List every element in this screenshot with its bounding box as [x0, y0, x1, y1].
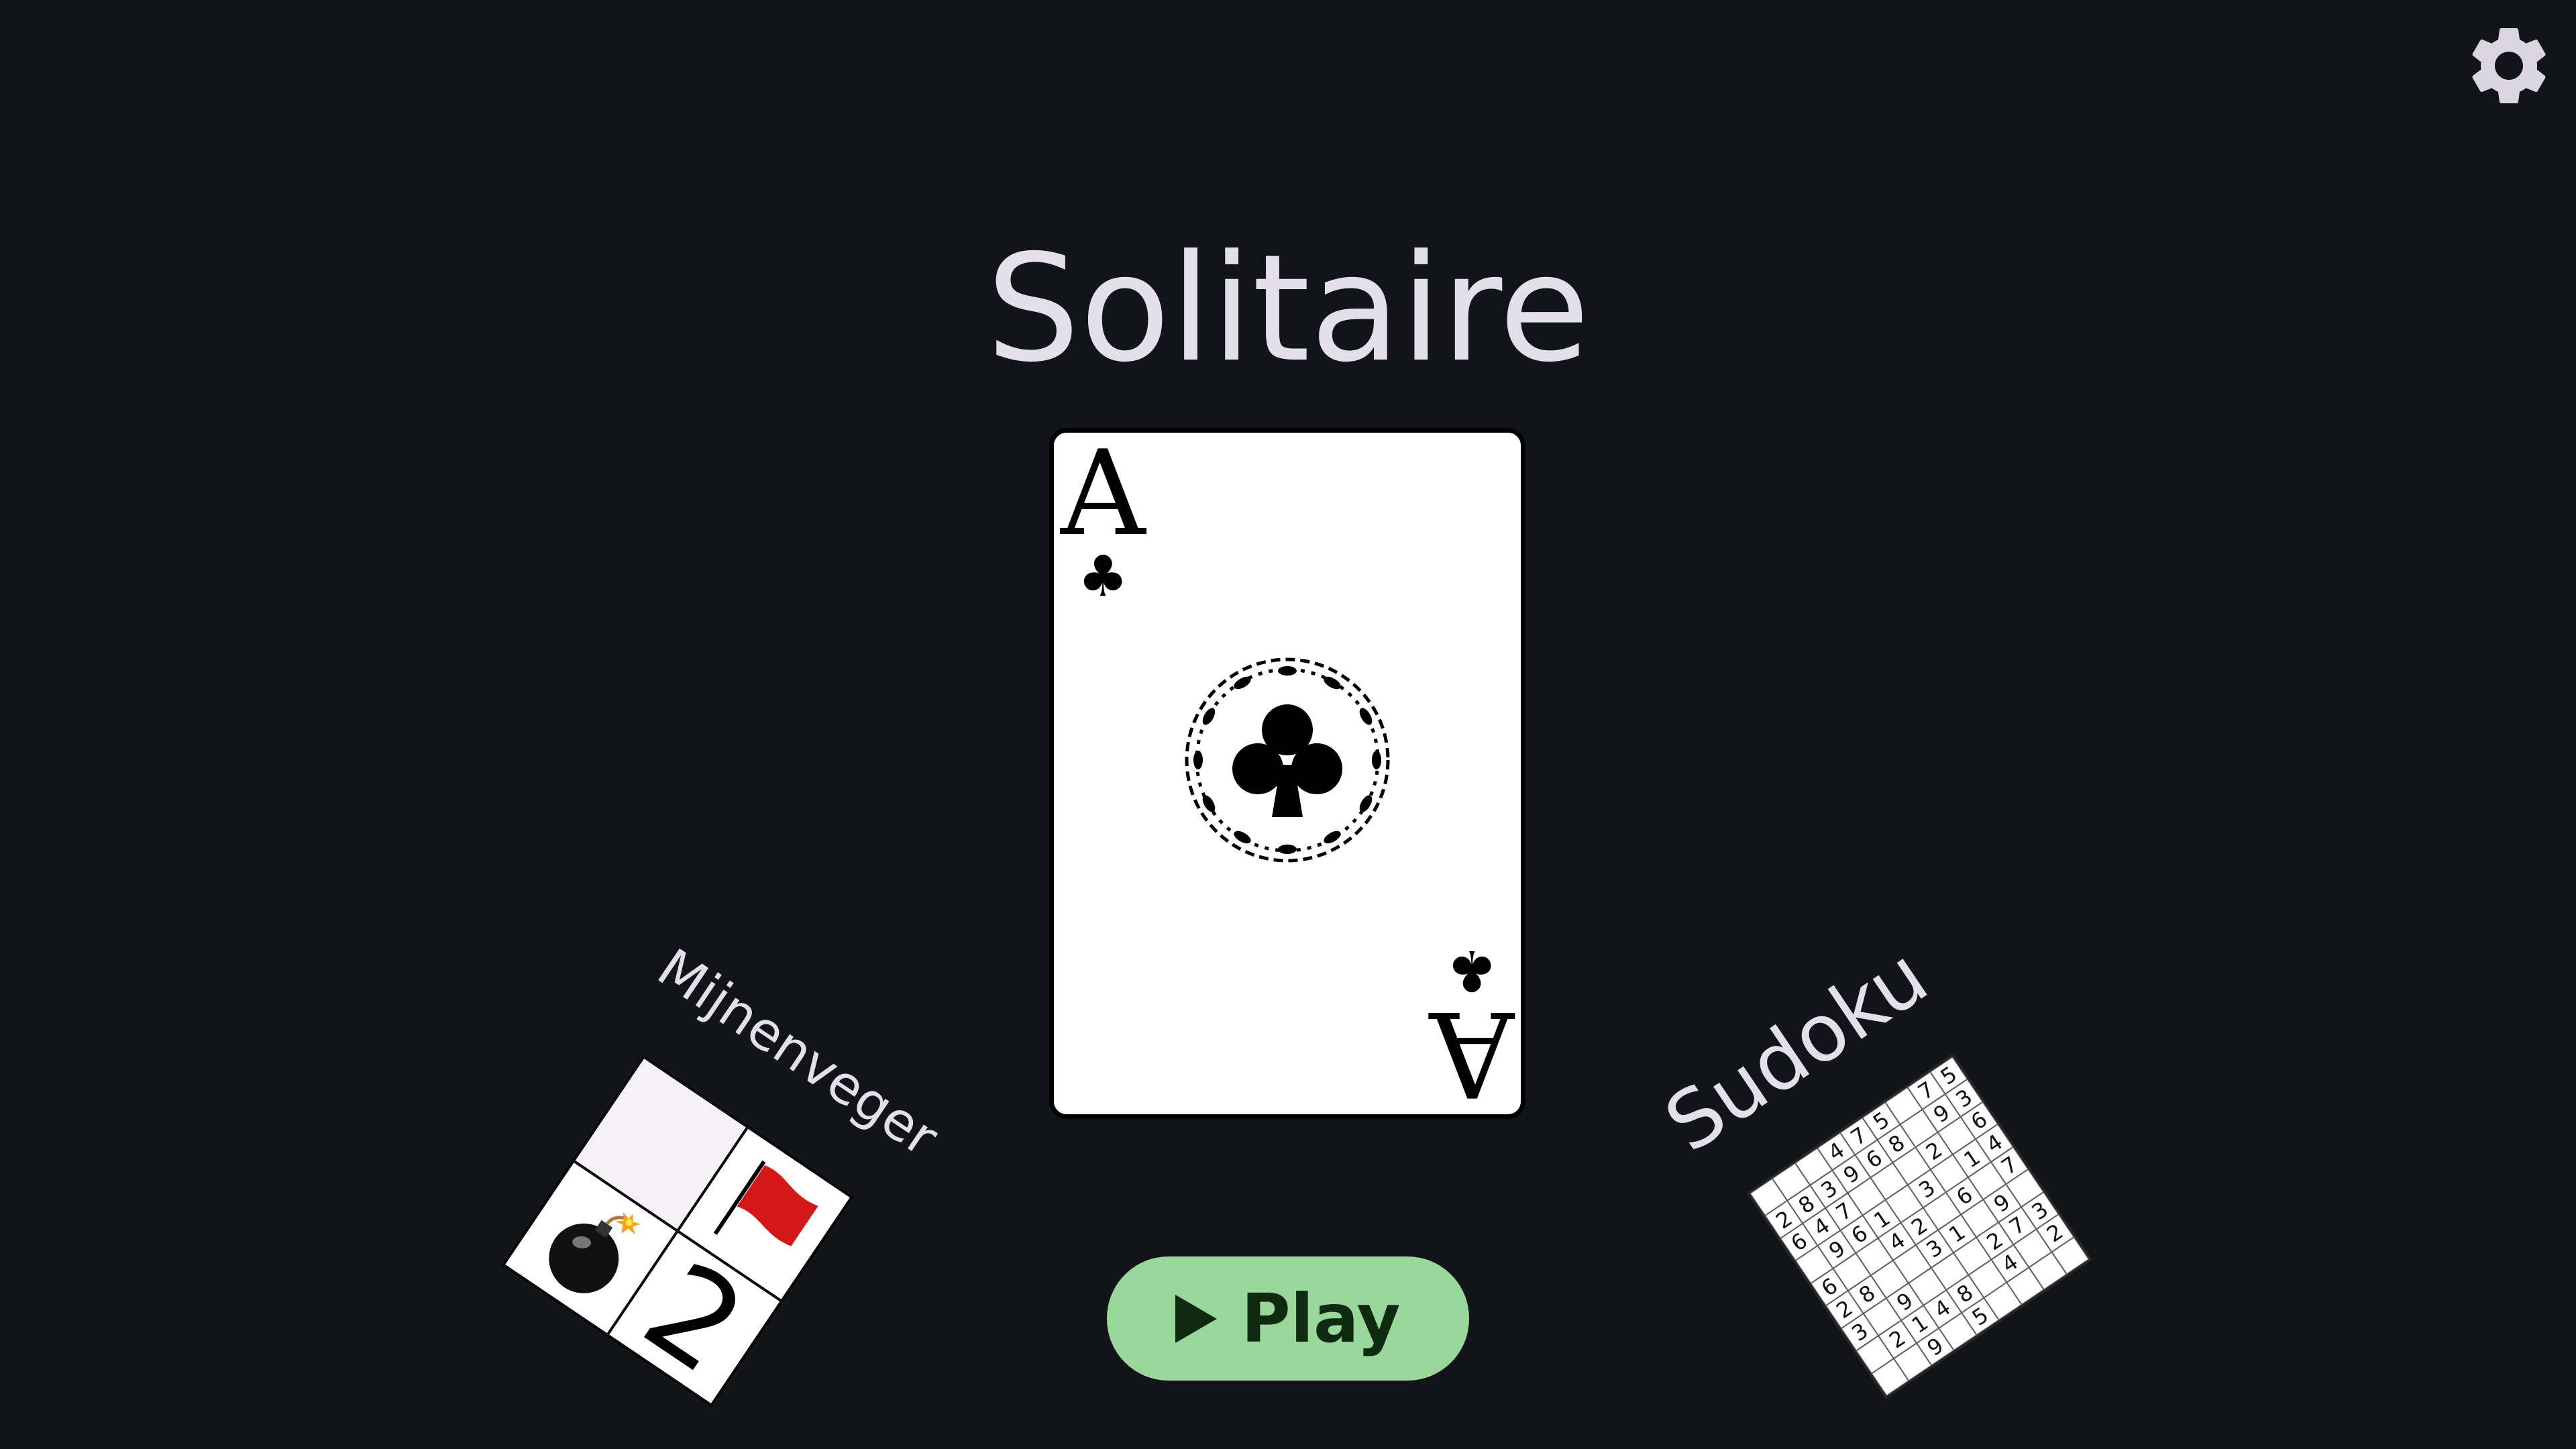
sudoku-grid: 4757528396893647269613146426728319392732…	[1747, 1054, 2092, 1399]
card-rank-bottom: A	[1429, 985, 1514, 1119]
card-suit: ♣	[1077, 543, 1128, 609]
solitaire-card[interactable]: A ♣ A ♣	[1049, 428, 1525, 1119]
page-title: Solitaire	[986, 223, 1590, 394]
sudoku-tile[interactable]: Sudoku 475752839689364726961314642672831…	[1649, 930, 2151, 1449]
card-corner-bottom: A ♣	[1429, 938, 1514, 1119]
gear-icon	[2472, 28, 2546, 103]
start-screen: Solitaire A ♣ A ♣ Mijnenveger 2 Sudoku 4…	[0, 0, 2576, 1449]
card-corner-top: A ♣	[1061, 428, 1146, 609]
card-rank: A	[1061, 428, 1146, 562]
play-button[interactable]: Play	[1107, 1256, 1469, 1381]
card-suit-bottom: ♣	[1446, 938, 1497, 1004]
minesweeper-grid: 2	[500, 1054, 855, 1408]
play-label: Play	[1241, 1279, 1401, 1358]
club-wreath-icon	[1185, 657, 1390, 863]
settings-button[interactable]	[2455, 12, 2563, 119]
play-icon	[1175, 1294, 1218, 1343]
minesweeper-tile[interactable]: Mijnenveger 2	[445, 938, 949, 1449]
